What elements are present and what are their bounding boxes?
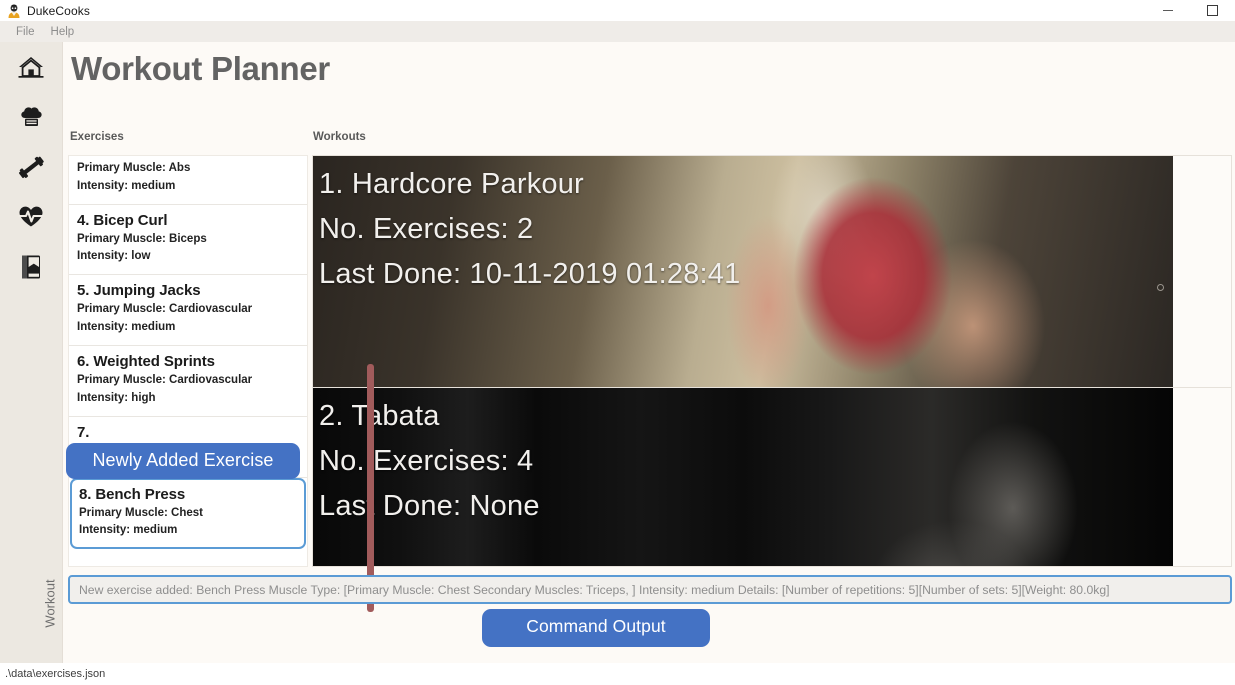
workout-marker-dot — [1157, 284, 1164, 291]
command-output-field[interactable]: New exercise added: Bench Press Muscle T… — [68, 575, 1232, 604]
duke-mascot-icon — [6, 3, 22, 19]
workout-exercise-count: No. Exercises: 2 — [319, 212, 534, 245]
workout-card-filler — [1173, 388, 1231, 566]
workout-last-done: Last Done: None — [319, 489, 540, 522]
minimize-button[interactable] — [1145, 0, 1190, 21]
menu-bar: File Help — [0, 21, 1235, 42]
exercise-primary-muscle: Primary Muscle: Biceps — [77, 232, 207, 245]
dumbbell-icon — [18, 154, 45, 181]
exercise-primary-muscle: Primary Muscle: Cardiovascular — [77, 303, 253, 316]
exercises-heading: Exercises — [70, 131, 124, 143]
workout-last-done: Last Done: 10-11-2019 01:28:41 — [319, 257, 741, 290]
book-icon — [20, 254, 42, 280]
sidebar-item-workout[interactable] — [0, 142, 62, 192]
list-item[interactable]: 8. Bench Press Primary Muscle: Chest Int… — [70, 477, 306, 550]
workout-card-filler — [1173, 156, 1231, 387]
exercise-primary-muscle: Primary Muscle: Abs — [77, 162, 191, 174]
workout-list[interactable]: 1. Hardcore Parkour No. Exercises: 2 Las… — [312, 155, 1232, 567]
exercise-intensity: Intensity: high — [77, 391, 156, 404]
status-bar: .\data\exercises.json — [0, 663, 1235, 685]
window-title: DukeCooks — [27, 3, 90, 18]
status-bar-path: .\data\exercises.json — [5, 668, 106, 680]
command-output-text: New exercise added: Bench Press Muscle T… — [79, 582, 1110, 597]
sidebar-item-home[interactable] — [0, 42, 62, 92]
exercise-name: 4. Bicep Curl — [77, 211, 168, 229]
sidebar-item-recipes[interactable] — [0, 92, 62, 142]
exercise-intensity: Intensity: medium — [79, 524, 178, 537]
workout-exercise-count: No. Exercises: 4 — [319, 444, 534, 477]
workout-card[interactable]: 2. Tabata No. Exercises: 4 Last Done: No… — [313, 388, 1231, 566]
exercise-name: 8. Bench Press — [79, 485, 186, 503]
chef-hat-icon — [19, 105, 44, 130]
menu-file[interactable]: File — [8, 21, 43, 42]
newly-added-exercise-annotation: Newly Added Exercise — [66, 443, 300, 479]
list-item[interactable]: 6. Weighted Sprints Primary Muscle: Card… — [69, 345, 307, 417]
exercise-name: 5. Jumping Jacks — [77, 282, 201, 300]
exercise-primary-muscle: Primary Muscle: Chest — [79, 506, 203, 519]
home-icon — [18, 55, 44, 79]
command-output-annotation: Command Output — [482, 609, 710, 647]
workout-title: 1. Hardcore Parkour — [319, 168, 584, 200]
workout-card[interactable]: 1. Hardcore Parkour No. Exercises: 2 Las… — [313, 156, 1231, 388]
list-item[interactable]: 3. Planks Primary Muscle: Abs Intensity:… — [69, 156, 307, 205]
heart-pulse-icon — [18, 205, 44, 229]
workouts-heading: Workouts — [313, 131, 366, 143]
exercise-name: 7. — [77, 423, 90, 441]
exercise-intensity: Intensity: low — [77, 250, 151, 263]
tab-workout[interactable]: Workout — [28, 565, 72, 641]
workout-card-text: 1. Hardcore Parkour No. Exercises: 2 Las… — [319, 162, 740, 297]
page-title: Workout Planner — [71, 50, 330, 87]
application-window: DukeCooks File Help Workout Planner Exer… — [0, 0, 1235, 685]
exercise-primary-muscle: Primary Muscle: Cardiovascular — [77, 373, 253, 386]
list-item[interactable]: 4. Bicep Curl Primary Muscle: Biceps Int… — [69, 204, 307, 276]
list-item[interactable]: 5. Jumping Jacks Primary Muscle: Cardiov… — [69, 275, 307, 346]
exercise-name: 3. Planks — [77, 156, 299, 158]
workout-title: 2. Tabata — [319, 400, 440, 432]
workout-card-text: 2. Tabata No. Exercises: 4 Last Done: No… — [319, 394, 540, 529]
sidebar-item-diary[interactable] — [0, 242, 62, 292]
main-content: Workout Planner Exercises Workouts 3. Pl… — [62, 42, 1235, 663]
exercise-name: 6. Weighted Sprints — [77, 352, 215, 370]
tab-workout-label: Workout — [42, 578, 58, 628]
menu-help[interactable]: Help — [43, 21, 83, 42]
sidebar-item-health[interactable] — [0, 192, 62, 242]
maximize-button[interactable] — [1190, 0, 1235, 21]
exercise-list[interactable]: 3. Planks Primary Muscle: Abs Intensity:… — [68, 155, 308, 567]
exercise-intensity: Intensity: medium — [77, 179, 176, 192]
exercise-intensity: Intensity: medium — [77, 321, 176, 334]
title-bar: DukeCooks — [0, 0, 1235, 21]
